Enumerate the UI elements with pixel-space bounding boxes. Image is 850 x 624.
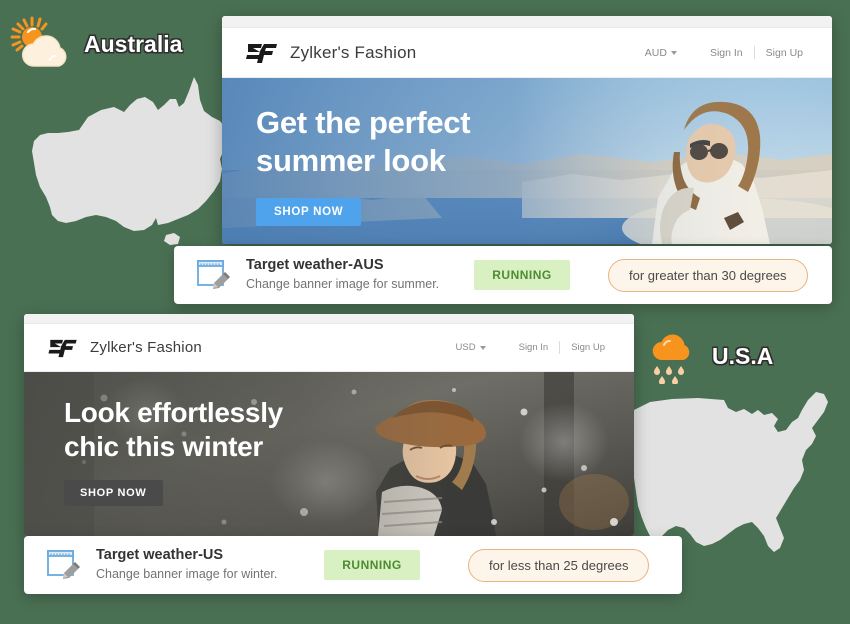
header-actions: AUD Sign In Sign Up [645,46,814,59]
hero-title-line2: summer look [256,142,446,178]
status-badge: RUNNING [324,550,420,580]
browser-chrome-bar [222,16,832,28]
automation-subtitle: Change banner image for summer. [246,277,440,292]
shop-now-button[interactable]: SHOP NOW [256,197,362,226]
zylker-zf-logo-icon [246,43,277,63]
hero-title-line1: Get the perfect [256,105,471,140]
condition-pill[interactable]: for less than 25 degrees [468,548,650,582]
browser-window-edit-icon [47,550,80,579]
sign-up-link[interactable]: Sign Up [755,47,814,59]
hero-title-line1: Look effortlessly [64,397,283,428]
chevron-down-icon [670,50,677,55]
weather-label-text: U.S.A [711,342,774,369]
currency-selector[interactable]: AUD [645,47,677,59]
hero-banner-winter: Look effortlessly chic this winter SHOP … [24,372,634,536]
brand[interactable]: Zylker's Fashion [246,42,416,64]
shop-now-button[interactable]: SHOP NOW [64,480,163,507]
status-badge: RUNNING [474,260,570,290]
site-header: Zylker's Fashion USD Sign In Sign Up [24,324,634,372]
automation-title: Target weather-US [96,547,224,564]
chevron-down-icon [479,345,486,350]
canvas: Australia U.S.A Zylker's Fashion AUD Sig… [0,0,850,624]
sun-behind-cloud-icon [10,16,67,67]
automation-card-aus[interactable]: Target weather-AUS Change banner image f… [174,246,832,304]
automation-card-us[interactable]: Target weather-US Change banner image fo… [24,536,682,594]
condition-pill[interactable]: for greater than 30 degrees [608,258,808,292]
hero-copy: Look effortlessly chic this winter SHOP … [64,396,283,507]
brand-name: Zylker's Fashion [290,42,417,62]
browser-window-us: Zylker's Fashion USD Sign In Sign Up Loo… [24,314,634,536]
currency-label: USD [455,342,476,353]
brand-name: Zylker's Fashion [90,339,202,356]
browser-window-aus: Zylker's Fashion AUD Sign In Sign Up Get… [222,16,832,244]
site-header: Zylker's Fashion AUD Sign In Sign Up [222,28,832,78]
sign-in-link[interactable]: Sign In [699,47,754,59]
zylker-zf-logo-icon [48,339,77,357]
automation-subtitle: Change banner image for winter. [96,567,278,582]
hero-banner-summer: Get the perfect summer look SHOP NOW [222,78,832,244]
currency-label: AUD [644,46,667,59]
automation-title: Target weather-AUS [246,257,384,274]
brand[interactable]: Zylker's Fashion [48,338,202,358]
hero-title-line2: chic this winter [64,431,264,463]
rain-cloud-icon [652,334,690,384]
automation-card-text: Target weather-AUS Change banner image f… [246,256,474,293]
currency-selector[interactable]: USD [456,342,486,353]
weather-label-usa: U.S.A [648,328,774,384]
sign-up-link[interactable]: Sign Up [560,342,616,353]
weather-label-australia: Australia [8,16,183,72]
weather-label-text: Australia [83,30,183,57]
sign-in-link[interactable]: Sign In [508,342,560,353]
browser-chrome-bar [24,314,634,324]
header-actions: USD Sign In Sign Up [456,341,616,354]
automation-card-text: Target weather-US Change banner image fo… [96,546,324,583]
browser-window-edit-icon [197,260,230,289]
hero-copy: Get the perfect summer look SHOP NOW [256,104,471,226]
